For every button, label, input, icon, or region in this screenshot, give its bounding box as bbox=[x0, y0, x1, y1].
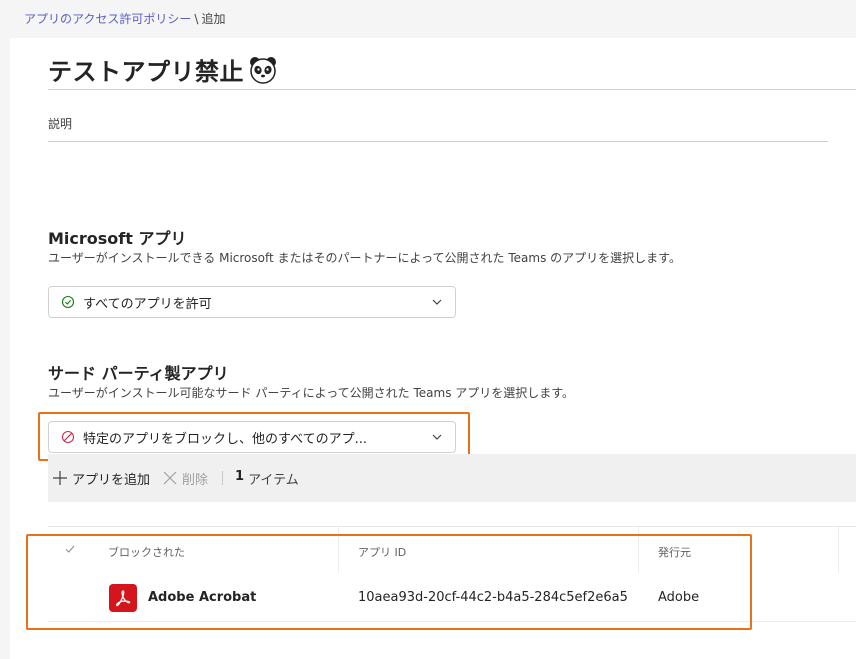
third-party-apps-heading: サード パーティ製アプリ bbox=[48, 364, 229, 383]
description-field-label[interactable]: 説明 bbox=[48, 115, 72, 132]
third-party-apps-selected: 特定のアプリをブロックし、他のすべてのアプ... bbox=[83, 431, 367, 447]
title-underline bbox=[48, 89, 856, 90]
add-app-button[interactable]: アプリを追加 bbox=[52, 469, 150, 488]
block-icon bbox=[61, 430, 75, 444]
add-app-label: アプリを追加 bbox=[72, 472, 151, 488]
chevron-down-icon bbox=[432, 434, 442, 440]
app-id: 10aea93d-20cf-44c2-b4a5-284c5ef2e6a5 bbox=[358, 590, 628, 605]
table-header-row: ブロックされた アプリ ID 発行元 bbox=[48, 526, 856, 573]
adobe-acrobat-icon bbox=[109, 584, 137, 612]
microsoft-apps-selected: すべてのアプリを許可 bbox=[83, 296, 212, 312]
toolbar-divider bbox=[222, 471, 224, 485]
app-publisher: Adobe bbox=[658, 590, 700, 605]
breadcrumb-separator: \ bbox=[194, 12, 199, 26]
app-name: Adobe Acrobat bbox=[148, 590, 257, 605]
description-field-underline bbox=[48, 141, 828, 142]
apps-toolbar: アプリを追加 削除 1 アイテム bbox=[48, 454, 856, 502]
delete-button[interactable]: 削除 bbox=[162, 469, 208, 488]
column-header-blocked[interactable]: ブロックされた bbox=[108, 544, 185, 560]
breadcrumb-link-policies[interactable]: アプリのアクセス許可ポリシー bbox=[24, 12, 191, 26]
item-count: 1 アイテム bbox=[235, 469, 299, 488]
panda-icon bbox=[250, 56, 276, 84]
column-separator bbox=[338, 527, 339, 573]
chevron-down-icon bbox=[432, 299, 442, 305]
column-separator bbox=[638, 527, 639, 573]
delete-label: 削除 bbox=[182, 472, 209, 488]
column-header-app-id[interactable]: アプリ ID bbox=[358, 544, 406, 560]
close-icon bbox=[163, 471, 177, 485]
column-header-publisher[interactable]: 発行元 bbox=[658, 544, 691, 560]
microsoft-apps-subtext: ユーザーがインストールできる Microsoft またはそのパートナーによって公… bbox=[48, 251, 681, 265]
item-count-number: 1 bbox=[235, 468, 245, 484]
title-row: テストアプリ禁止 bbox=[48, 52, 278, 87]
third-party-apps-dropdown[interactable]: 特定のアプリをブロックし、他のすべてのアプ... bbox=[48, 421, 456, 453]
policy-form-card: テストアプリ禁止 説明 Microsoft アプリ ユーザーがインストールできる… bbox=[10, 38, 856, 659]
column-separator bbox=[838, 527, 839, 573]
table-row[interactable]: Adobe Acrobat 10aea93d-20cf-44c2-b4a5-28… bbox=[48, 572, 856, 622]
check-circle-icon bbox=[61, 295, 75, 309]
item-count-label: アイテム bbox=[248, 472, 299, 488]
breadcrumb: アプリのアクセス許可ポリシー \ 追加 bbox=[24, 10, 225, 27]
third-party-apps-subtext: ユーザーがインストール可能なサード パーティによって公開された Teams アプ… bbox=[48, 386, 575, 400]
microsoft-apps-dropdown[interactable]: すべてのアプリを許可 bbox=[48, 286, 456, 318]
microsoft-apps-heading: Microsoft アプリ bbox=[48, 229, 187, 248]
plus-icon bbox=[53, 471, 67, 485]
breadcrumb-current: 追加 bbox=[201, 12, 226, 26]
page-title: テストアプリ禁止 bbox=[48, 58, 244, 86]
select-all-checkmark-icon[interactable] bbox=[64, 543, 76, 555]
